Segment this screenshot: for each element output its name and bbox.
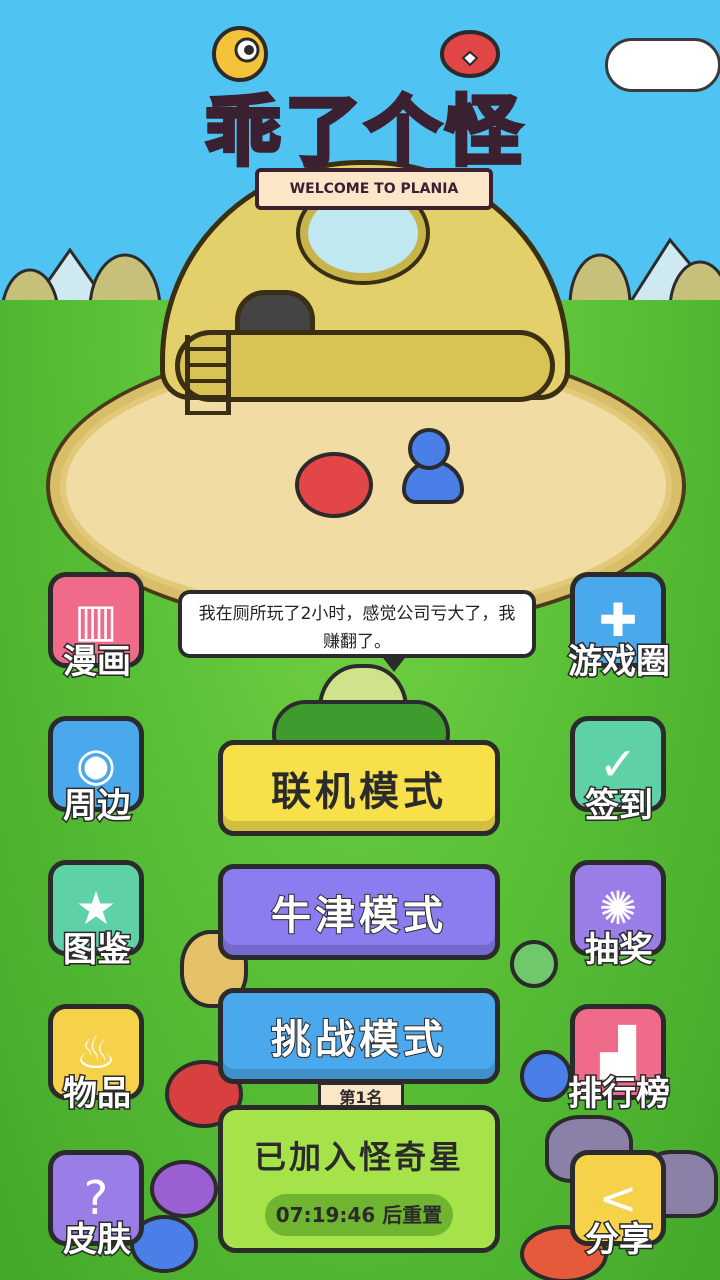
- speech-text: 我在厕所玩了2小时，感觉公司亏大了，我赚翻了。: [198, 604, 516, 652]
- cloud: [605, 38, 720, 92]
- skins-button[interactable]: ? 皮肤: [44, 1150, 150, 1262]
- manga-button[interactable]: ▥ 漫画: [44, 572, 150, 684]
- leaderboard-label: 排行榜: [567, 1073, 672, 1116]
- manga-label: 漫画: [62, 641, 133, 684]
- oxford-mode-label: 牛津模式: [270, 892, 447, 940]
- crowd-monster: [150, 1160, 218, 1218]
- logo-subtitle: WELCOME TO PLANIA: [255, 168, 493, 210]
- challenge-mode-label: 挑战模式: [270, 1016, 447, 1064]
- ladder: [185, 335, 231, 415]
- merch-label: 周边: [62, 785, 133, 828]
- items-label: 物品: [62, 1073, 133, 1116]
- crowd-monster: [510, 940, 558, 988]
- game-logo: 乖了个怪 WELCOME TO PLANIA: [165, 26, 565, 210]
- collection-button[interactable]: ★ 图鉴: [44, 860, 150, 972]
- lottery-label: 抽奖: [584, 929, 655, 972]
- join-status-button[interactable]: 已加入怪奇星 07:19:46 后重置: [218, 1105, 500, 1253]
- join-status-title: 已加入怪奇星: [253, 1138, 464, 1176]
- logo-title: 乖了个怪: [203, 85, 525, 178]
- share-label: 分享: [584, 1219, 655, 1262]
- red-monster: [295, 452, 373, 518]
- checkin-label: 签到: [584, 785, 655, 828]
- share-button[interactable]: < 分享: [566, 1150, 672, 1262]
- challenge-mode-button[interactable]: 挑战模式: [218, 988, 500, 1084]
- merch-button[interactable]: ◉ 周边: [44, 716, 150, 828]
- game-circle-label: 游戏圈: [567, 641, 672, 684]
- speech-bubble: 我在厕所玩了2小时，感觉公司亏大了，我赚翻了。: [178, 590, 536, 658]
- oxford-mode-button[interactable]: 牛津模式: [218, 864, 500, 960]
- leaderboard-button[interactable]: ▟ 排行榜: [566, 1004, 672, 1116]
- lottery-button[interactable]: ✺ 抽奖: [566, 860, 672, 972]
- blue-monster-eye: [408, 428, 450, 470]
- collection-label: 图鉴: [62, 929, 133, 972]
- items-button[interactable]: ♨ 物品: [44, 1004, 150, 1116]
- reset-timer: 07:19:46 后重置: [265, 1194, 453, 1236]
- game-circle-button[interactable]: ✚ 游戏圈: [566, 572, 672, 684]
- skins-label: 皮肤: [62, 1219, 133, 1262]
- online-mode-button[interactable]: 联机模式: [218, 740, 500, 836]
- dome-base: [175, 330, 555, 402]
- checkin-button[interactable]: ✓ 签到: [566, 716, 672, 828]
- online-mode-label: 联机模式: [271, 769, 447, 815]
- speech-bubble-tail: [380, 654, 408, 672]
